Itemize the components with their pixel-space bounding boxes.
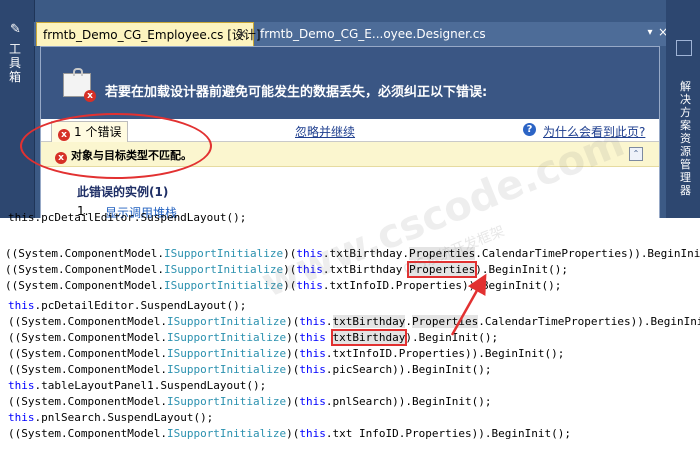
- tab-dropdown-icon[interactable]: ▾: [643, 26, 657, 40]
- code-line: ((System.ComponentModel.ISupportInitiali…: [8, 315, 700, 328]
- tab-label: frmtb_Demo_CG_Employee.cs [设计]: [43, 28, 261, 42]
- close-tab-icon[interactable]: ×: [236, 23, 247, 47]
- solution-explorer-panel[interactable]: 解决方案资源管理器: [666, 0, 700, 218]
- tab-employee-designer-cs[interactable]: frmtb_Demo_CG_E...oyee.Designer.cs: [254, 22, 486, 46]
- highlighted-txtbirthday: txtBirthday: [330, 329, 408, 346]
- pin-icon[interactable]: [676, 40, 692, 56]
- code-line: ((System.ComponentModel.ISupportInitiali…: [8, 347, 565, 360]
- help-icon[interactable]: ?: [523, 123, 536, 136]
- ide-designer-area: ✎ 工具箱 frmtb_Demo_CG_Employee.cs [设计] × f…: [0, 0, 700, 218]
- solution-explorer-label[interactable]: 解决方案资源管理器: [680, 80, 694, 197]
- document-tab-strip: frmtb_Demo_CG_Employee.cs [设计] × frmtb_D…: [34, 22, 666, 46]
- tab-label: frmtb_Demo_CG_E...oyee.Designer.cs: [260, 27, 486, 41]
- code-line: ((System.ComponentModel.ISupportInitiali…: [8, 395, 492, 408]
- collapse-icon[interactable]: ⌃: [629, 147, 643, 161]
- ignore-and-continue-link[interactable]: 忽略并继续: [295, 123, 355, 140]
- toolbox-pin-icon[interactable]: ✎: [10, 22, 21, 37]
- error-instances-title: 此错误的实例(1): [77, 185, 169, 199]
- toolbox-label[interactable]: 工具箱: [9, 42, 25, 84]
- code-line: this.tableLayoutPanel1.SuspendLayout();: [8, 379, 267, 392]
- code-line: ((System.ComponentModel.ISupportInitiali…: [8, 427, 571, 440]
- code-line: this.pcDetailEditor.SuspendLayout();: [8, 299, 247, 312]
- annotation-ellipse: [20, 113, 212, 179]
- code-line: ((System.ComponentModel.ISupportInitiali…: [8, 363, 492, 376]
- code-line: this.pcDetailEditor.SuspendLayout();: [8, 211, 247, 224]
- toolbox-panel[interactable]: ✎ 工具箱: [0, 0, 35, 218]
- tab-employee-design[interactable]: frmtb_Demo_CG_Employee.cs [设计] ×: [36, 22, 261, 47]
- clipboard-error-icon: x: [63, 68, 96, 102]
- code-line: this.pnlSearch.SuspendLayout();: [8, 411, 214, 424]
- error-header: x 若要在加载设计器前避免可能发生的数据丢失，必须纠正以下错误:: [41, 47, 659, 119]
- error-header-message: 若要在加载设计器前避免可能发生的数据丢失，必须纠正以下错误:: [105, 85, 488, 100]
- code-line: ((System.ComponentModel.ISupportInitiali…: [8, 329, 499, 346]
